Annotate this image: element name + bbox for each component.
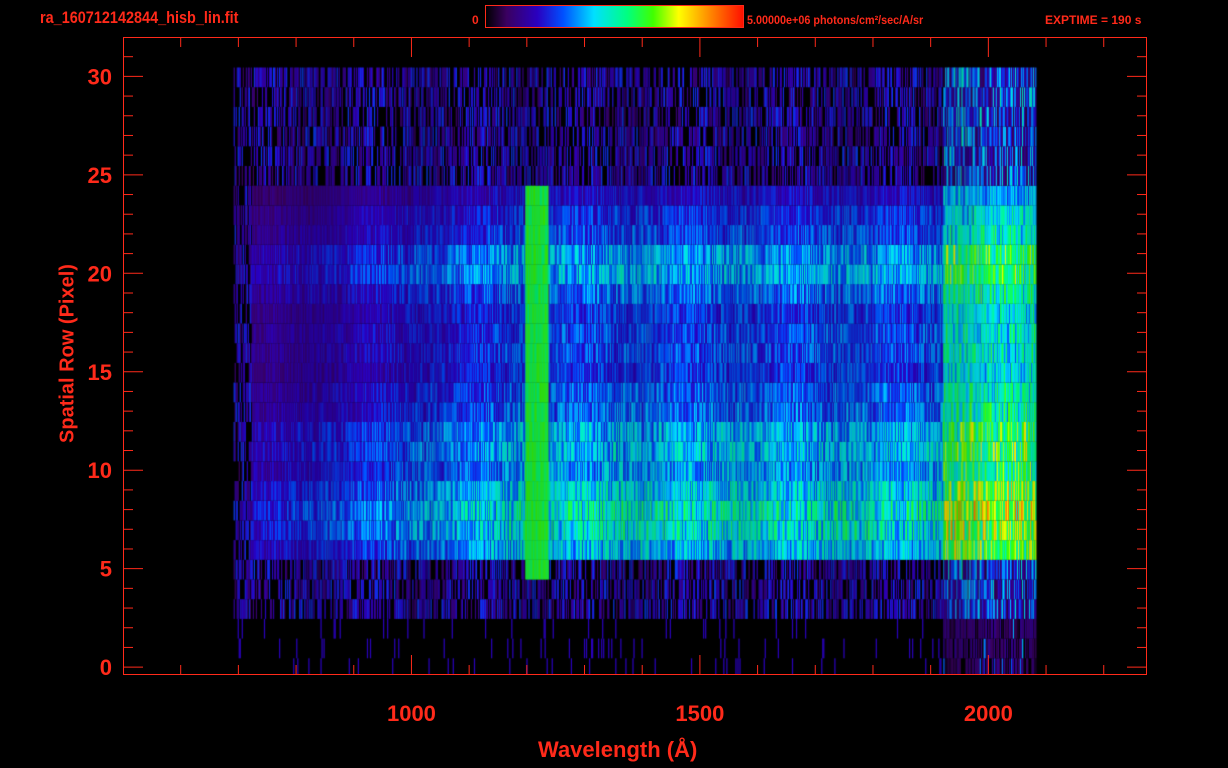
y-tick-label: 15 [88,360,112,385]
x-tick-label: 1500 [675,701,724,726]
y-axis-label: Spatial Row (Pixel) [56,264,79,443]
y-tick-label: 10 [88,458,112,483]
y-tick-label: 25 [88,163,112,188]
y-tick-label: 30 [88,64,112,89]
x-tick-label: 1000 [387,701,436,726]
x-tick-label: 2000 [964,701,1013,726]
axes: 1000 1500 2000 0 5 10 15 20 25 30 [88,37,1147,726]
x-axis-label: Wavelength (Å) [538,737,698,762]
y-tick-label: 5 [100,557,112,582]
y-tick-label: 20 [88,261,112,286]
y-tick-label: 0 [100,655,112,680]
